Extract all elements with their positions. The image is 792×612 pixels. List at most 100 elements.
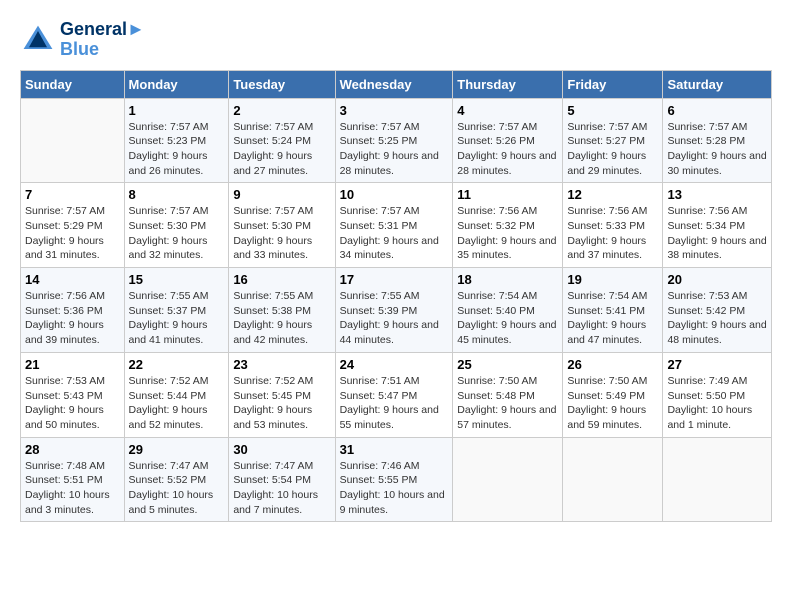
day-number: 19 (567, 272, 658, 287)
day-number: 13 (667, 187, 767, 202)
day-info: Sunrise: 7:47 AM Sunset: 5:54 PM Dayligh… (233, 459, 330, 518)
header-monday: Monday (124, 70, 229, 98)
day-cell: 17 Sunrise: 7:55 AM Sunset: 5:39 PM Dayl… (335, 268, 453, 353)
day-info: Sunrise: 7:48 AM Sunset: 5:51 PM Dayligh… (25, 459, 120, 518)
header-friday: Friday (563, 70, 663, 98)
day-cell: 11 Sunrise: 7:56 AM Sunset: 5:32 PM Dayl… (453, 183, 563, 268)
day-number: 25 (457, 357, 558, 372)
day-cell: 2 Sunrise: 7:57 AM Sunset: 5:24 PM Dayli… (229, 98, 335, 183)
day-number: 30 (233, 442, 330, 457)
day-cell (453, 437, 563, 522)
day-info: Sunrise: 7:54 AM Sunset: 5:40 PM Dayligh… (457, 289, 558, 348)
day-number: 1 (129, 103, 225, 118)
day-info: Sunrise: 7:57 AM Sunset: 5:29 PM Dayligh… (25, 204, 120, 263)
day-cell: 25 Sunrise: 7:50 AM Sunset: 5:48 PM Dayl… (453, 352, 563, 437)
day-cell (663, 437, 772, 522)
day-number: 22 (129, 357, 225, 372)
day-info: Sunrise: 7:49 AM Sunset: 5:50 PM Dayligh… (667, 374, 767, 433)
header-sunday: Sunday (21, 70, 125, 98)
day-cell: 16 Sunrise: 7:55 AM Sunset: 5:38 PM Dayl… (229, 268, 335, 353)
day-info: Sunrise: 7:50 AM Sunset: 5:49 PM Dayligh… (567, 374, 658, 433)
day-cell: 10 Sunrise: 7:57 AM Sunset: 5:31 PM Dayl… (335, 183, 453, 268)
week-row-3: 14 Sunrise: 7:56 AM Sunset: 5:36 PM Dayl… (21, 268, 772, 353)
day-number: 6 (667, 103, 767, 118)
day-cell: 15 Sunrise: 7:55 AM Sunset: 5:37 PM Dayl… (124, 268, 229, 353)
day-number: 28 (25, 442, 120, 457)
day-info: Sunrise: 7:57 AM Sunset: 5:30 PM Dayligh… (233, 204, 330, 263)
day-cell: 20 Sunrise: 7:53 AM Sunset: 5:42 PM Dayl… (663, 268, 772, 353)
day-cell: 24 Sunrise: 7:51 AM Sunset: 5:47 PM Dayl… (335, 352, 453, 437)
day-info: Sunrise: 7:55 AM Sunset: 5:39 PM Dayligh… (340, 289, 449, 348)
day-number: 21 (25, 357, 120, 372)
day-cell: 26 Sunrise: 7:50 AM Sunset: 5:49 PM Dayl… (563, 352, 663, 437)
day-number: 20 (667, 272, 767, 287)
day-cell: 18 Sunrise: 7:54 AM Sunset: 5:40 PM Dayl… (453, 268, 563, 353)
day-cell: 12 Sunrise: 7:56 AM Sunset: 5:33 PM Dayl… (563, 183, 663, 268)
day-cell: 5 Sunrise: 7:57 AM Sunset: 5:27 PM Dayli… (563, 98, 663, 183)
day-info: Sunrise: 7:52 AM Sunset: 5:45 PM Dayligh… (233, 374, 330, 433)
day-info: Sunrise: 7:55 AM Sunset: 5:37 PM Dayligh… (129, 289, 225, 348)
day-info: Sunrise: 7:56 AM Sunset: 5:32 PM Dayligh… (457, 204, 558, 263)
day-info: Sunrise: 7:46 AM Sunset: 5:55 PM Dayligh… (340, 459, 449, 518)
day-info: Sunrise: 7:57 AM Sunset: 5:28 PM Dayligh… (667, 120, 767, 179)
logo-icon (20, 22, 56, 58)
day-cell (21, 98, 125, 183)
header-wednesday: Wednesday (335, 70, 453, 98)
day-info: Sunrise: 7:50 AM Sunset: 5:48 PM Dayligh… (457, 374, 558, 433)
day-info: Sunrise: 7:57 AM Sunset: 5:27 PM Dayligh… (567, 120, 658, 179)
day-number: 11 (457, 187, 558, 202)
day-number: 4 (457, 103, 558, 118)
day-info: Sunrise: 7:47 AM Sunset: 5:52 PM Dayligh… (129, 459, 225, 518)
week-row-5: 28 Sunrise: 7:48 AM Sunset: 5:51 PM Dayl… (21, 437, 772, 522)
day-number: 24 (340, 357, 449, 372)
day-cell: 30 Sunrise: 7:47 AM Sunset: 5:54 PM Dayl… (229, 437, 335, 522)
week-row-4: 21 Sunrise: 7:53 AM Sunset: 5:43 PM Dayl… (21, 352, 772, 437)
day-info: Sunrise: 7:56 AM Sunset: 5:36 PM Dayligh… (25, 289, 120, 348)
day-info: Sunrise: 7:57 AM Sunset: 5:25 PM Dayligh… (340, 120, 449, 179)
calendar-table: SundayMondayTuesdayWednesdayThursdayFrid… (20, 70, 772, 523)
day-cell: 6 Sunrise: 7:57 AM Sunset: 5:28 PM Dayli… (663, 98, 772, 183)
day-number: 9 (233, 187, 330, 202)
day-cell: 27 Sunrise: 7:49 AM Sunset: 5:50 PM Dayl… (663, 352, 772, 437)
day-info: Sunrise: 7:51 AM Sunset: 5:47 PM Dayligh… (340, 374, 449, 433)
day-number: 5 (567, 103, 658, 118)
day-cell: 31 Sunrise: 7:46 AM Sunset: 5:55 PM Dayl… (335, 437, 453, 522)
day-number: 17 (340, 272, 449, 287)
day-number: 27 (667, 357, 767, 372)
day-info: Sunrise: 7:53 AM Sunset: 5:42 PM Dayligh… (667, 289, 767, 348)
day-number: 23 (233, 357, 330, 372)
day-info: Sunrise: 7:57 AM Sunset: 5:23 PM Dayligh… (129, 120, 225, 179)
day-cell: 23 Sunrise: 7:52 AM Sunset: 5:45 PM Dayl… (229, 352, 335, 437)
day-info: Sunrise: 7:54 AM Sunset: 5:41 PM Dayligh… (567, 289, 658, 348)
day-cell: 13 Sunrise: 7:56 AM Sunset: 5:34 PM Dayl… (663, 183, 772, 268)
day-number: 12 (567, 187, 658, 202)
day-number: 3 (340, 103, 449, 118)
logo-text: General► Blue (60, 20, 145, 60)
header-saturday: Saturday (663, 70, 772, 98)
day-cell: 28 Sunrise: 7:48 AM Sunset: 5:51 PM Dayl… (21, 437, 125, 522)
day-number: 2 (233, 103, 330, 118)
day-info: Sunrise: 7:57 AM Sunset: 5:30 PM Dayligh… (129, 204, 225, 263)
day-cell: 9 Sunrise: 7:57 AM Sunset: 5:30 PM Dayli… (229, 183, 335, 268)
page-header: General► Blue (20, 20, 772, 60)
day-number: 7 (25, 187, 120, 202)
logo: General► Blue (20, 20, 145, 60)
day-number: 31 (340, 442, 449, 457)
day-number: 18 (457, 272, 558, 287)
header-thursday: Thursday (453, 70, 563, 98)
day-number: 15 (129, 272, 225, 287)
day-cell: 14 Sunrise: 7:56 AM Sunset: 5:36 PM Dayl… (21, 268, 125, 353)
day-info: Sunrise: 7:56 AM Sunset: 5:33 PM Dayligh… (567, 204, 658, 263)
day-cell: 4 Sunrise: 7:57 AM Sunset: 5:26 PM Dayli… (453, 98, 563, 183)
week-row-1: 1 Sunrise: 7:57 AM Sunset: 5:23 PM Dayli… (21, 98, 772, 183)
day-cell: 21 Sunrise: 7:53 AM Sunset: 5:43 PM Dayl… (21, 352, 125, 437)
day-number: 16 (233, 272, 330, 287)
day-info: Sunrise: 7:57 AM Sunset: 5:31 PM Dayligh… (340, 204, 449, 263)
header-tuesday: Tuesday (229, 70, 335, 98)
day-info: Sunrise: 7:57 AM Sunset: 5:26 PM Dayligh… (457, 120, 558, 179)
day-number: 8 (129, 187, 225, 202)
day-number: 29 (129, 442, 225, 457)
day-info: Sunrise: 7:53 AM Sunset: 5:43 PM Dayligh… (25, 374, 120, 433)
day-cell: 22 Sunrise: 7:52 AM Sunset: 5:44 PM Dayl… (124, 352, 229, 437)
day-cell: 3 Sunrise: 7:57 AM Sunset: 5:25 PM Dayli… (335, 98, 453, 183)
